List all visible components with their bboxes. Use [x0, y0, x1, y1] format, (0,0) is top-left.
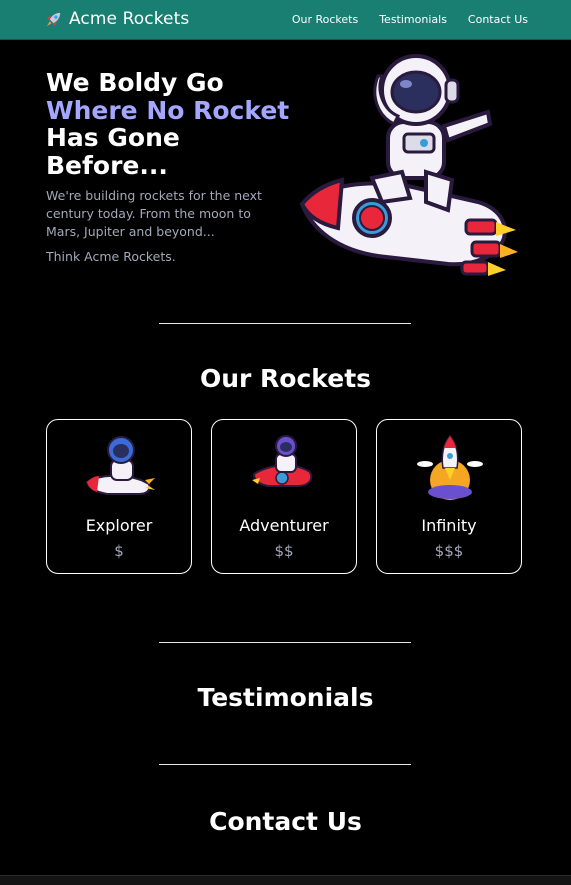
- rocket-card-adventurer[interactable]: Adventurer $$: [211, 419, 357, 574]
- card-price: $: [114, 542, 124, 560]
- card-name: Infinity: [421, 516, 477, 535]
- rocket-card-explorer[interactable]: Explorer $: [46, 419, 192, 574]
- bottom-bar: [0, 875, 571, 885]
- hero-subtitle: We're building rockets for the next cent…: [46, 188, 262, 239]
- card-price: $$$: [434, 542, 464, 560]
- rocket-card-infinity[interactable]: Infinity $$$: [376, 419, 522, 574]
- astronaut-on-rocket-illustration: [299, 54, 518, 276]
- astronaut-on-rocket-illustration: [85, 436, 155, 495]
- rocket-launch-illustration: [417, 434, 483, 500]
- top-navbar: Acme Rockets Our Rockets Testimonials Co…: [0, 0, 571, 40]
- hero-title-line-4: Before...: [46, 150, 168, 180]
- section-divider-1: [159, 323, 411, 324]
- brand-link[interactable]: Acme Rockets: [44, 9, 189, 29]
- hero-tagline: Think Acme Rockets.: [46, 249, 176, 264]
- nav-testimonials[interactable]: Testimonials: [379, 13, 447, 26]
- section-divider-2: [159, 642, 411, 643]
- nav-contact-us[interactable]: Contact Us: [468, 13, 528, 26]
- hero-title-line-3: Has Gone: [46, 123, 180, 152]
- contact-section-title: Contact Us: [209, 807, 362, 836]
- astronaut-riding-rocket-illustration: [252, 435, 313, 487]
- hero-title: We Boldy Go Where No Rocket Has Gone Bef…: [46, 69, 306, 179]
- testimonials-section-title: Testimonials: [197, 683, 374, 712]
- nav-our-rockets[interactable]: Our Rockets: [292, 13, 358, 26]
- main-nav: Our Rockets Testimonials Contact Us: [292, 13, 528, 26]
- brand-name: Acme Rockets: [69, 9, 190, 29]
- hero-title-line-1: We Boldy Go: [46, 68, 224, 97]
- card-name: Adventurer: [239, 516, 329, 535]
- card-name: Explorer: [85, 516, 153, 535]
- card-price: $$: [274, 542, 294, 560]
- section-divider-3: [159, 764, 411, 765]
- rocket-icon: [46, 12, 61, 26]
- rockets-section-title: Our Rockets: [199, 364, 372, 393]
- hero-title-accent: Where No Rocket: [46, 95, 290, 125]
